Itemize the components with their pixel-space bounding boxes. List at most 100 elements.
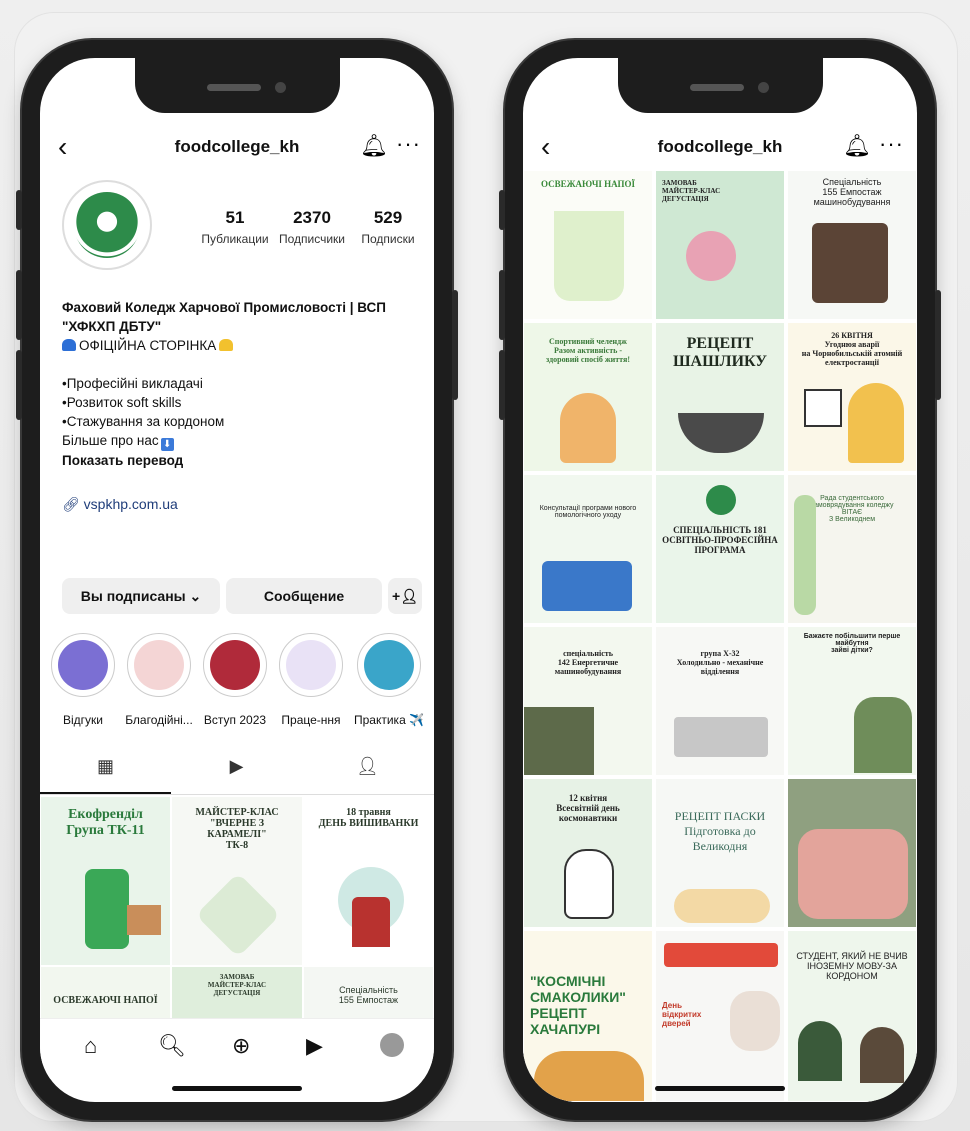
- more-options-icon[interactable]: ···: [396, 131, 421, 157]
- volume-up-button: [499, 270, 505, 340]
- red-banner: [664, 943, 778, 967]
- power-button: [935, 290, 941, 400]
- post-tile[interactable]: РЕЦЕПТ ПАСКИ Підготовка до Великодня: [655, 778, 785, 928]
- translate-link[interactable]: Показать перевод: [62, 451, 422, 470]
- bell-icon[interactable]: 🔔︎: [843, 133, 871, 159]
- post-tile[interactable]: Бажаєте побільшити перше майбутня зайві …: [787, 626, 917, 776]
- volume-up-button: [16, 270, 22, 340]
- add-person-icon: +👤︎: [392, 588, 418, 604]
- profile-avatar-icon[interactable]: [380, 1033, 404, 1057]
- post-tile[interactable]: [787, 778, 917, 928]
- highlight-cover: [286, 640, 336, 690]
- post-tile[interactable]: спеціальність 142 Енергетичне машинобуду…: [523, 626, 653, 776]
- message-button[interactable]: Сообщение: [226, 578, 382, 614]
- highlight-employment[interactable]: Праце-ння: [276, 633, 346, 727]
- radiation-sign-icon: [804, 389, 842, 427]
- highlight-cover: [58, 640, 108, 690]
- home-indicator: [172, 1086, 302, 1091]
- blue-heart-icon: [62, 339, 76, 351]
- add-person-button[interactable]: +👤︎: [388, 578, 422, 614]
- college-logo-icon: [74, 192, 140, 258]
- stat-followers[interactable]: 2370 Подписчики: [272, 208, 352, 246]
- college-logo-icon: [706, 485, 736, 515]
- box-icon: [127, 905, 161, 935]
- highlight-cover: [364, 640, 414, 690]
- bell-icon[interactable]: 🔔︎: [360, 133, 388, 159]
- chevron-down-icon: ⌄: [189, 588, 202, 604]
- down-arrow-icon: ⬇: [160, 438, 174, 451]
- post-tile[interactable]: ЗАМОВАБ МАЙСТЕР-КЛАС ДЕГУСТАЦІЯ: [171, 966, 303, 1022]
- child-with-trophy-icon: [560, 393, 616, 463]
- student-laptop-icon: [542, 561, 632, 611]
- bio-official: ОФІЦІЙНА СТОРІНКА: [62, 336, 422, 355]
- post-tile[interactable]: Спеціальність 155 Емпостаж: [303, 966, 434, 1022]
- student-portrait-icon: [524, 707, 594, 775]
- stat-posts[interactable]: 51 Публикации: [200, 208, 270, 246]
- profile-bio: Фаховий Коледж Харчової Промисловості | …: [62, 298, 422, 470]
- subscribed-button[interactable]: Вы подписаны ⌄: [62, 578, 220, 614]
- power-button: [452, 290, 458, 400]
- post-tile[interactable]: День відкритих дверей: [655, 930, 785, 1102]
- bio-name: Фаховий Коледж Харчової Промисловості | …: [62, 300, 386, 334]
- post-tile[interactable]: Консультації програми нового помологічно…: [523, 474, 653, 624]
- post-tile[interactable]: СТУДЕНТ, ЯКИЙ НЕ ВЧИВ ІНОЗЕМНУ МОВУ-ЗА К…: [787, 930, 917, 1102]
- dessert-icon: [686, 231, 736, 281]
- grid-tab[interactable]: ▦: [40, 756, 171, 794]
- post-tile[interactable]: Спортивний челендж Разом активність - зд…: [523, 322, 653, 472]
- feed-header: ‹ foodcollege_kh 🔔︎ ···: [523, 131, 917, 163]
- more-options-icon[interactable]: ···: [879, 131, 904, 157]
- khachapuri-icon: [534, 1051, 644, 1101]
- grid-icon: ▦: [96, 756, 114, 776]
- family-icon: [854, 697, 912, 773]
- highlight-cover: [134, 640, 184, 690]
- tagged-tab[interactable]: 👤︎: [302, 756, 433, 777]
- reels-tab[interactable]: ▶︎: [171, 756, 302, 777]
- post-tile[interactable]: Спеціальність 155 Емпостаж машинобудуван…: [787, 170, 917, 320]
- post-tile[interactable]: ЗАМОВАБ МАЙСТЕР-КЛАС ДЕГУСТАЦІЯ: [655, 170, 785, 320]
- home-icon[interactable]: ⌂: [84, 1033, 97, 1059]
- post-tile[interactable]: 18 травня ДЕНЬ ВИШИВАНКИ: [303, 796, 434, 966]
- stat-following[interactable]: 529 Подписки: [352, 208, 424, 246]
- post-tile[interactable]: ОСВЕЖАЮЧІ НАПОЇ: [523, 170, 653, 320]
- lemonade-glass-icon: [554, 211, 624, 301]
- equipment-icon: [674, 717, 768, 757]
- home-indicator: [655, 1086, 785, 1091]
- posts-grid-expanded: ОСВЕЖАЮЧІ НАПОЇ ЗАМОВАБ МАЙСТЕР-КЛАС ДЕГ…: [523, 170, 917, 1102]
- post-tile[interactable]: СПЕЦІАЛЬНІСТЬ 181 ОСВІТНЬО-ПРОФЕСІЙНА ПР…: [655, 474, 785, 624]
- post-tile[interactable]: РЕЦЕПТ ШАШЛИКУ: [655, 322, 785, 472]
- notch: [135, 58, 340, 113]
- highlight-charity[interactable]: Благодійні...: [124, 633, 194, 727]
- feed-screen: ‹ foodcollege_kh 🔔︎ ··· ОСВЕЖАЮЧІ НАПОЇ …: [523, 58, 917, 1102]
- bio-more: Більше про нас ⬇: [62, 431, 422, 451]
- bio-line: •Розвиток soft skills: [62, 395, 182, 410]
- post-tile[interactable]: "КОСМІЧНІ СМАКОЛИКИ" РЕЦЕПТ ХАЧАПУРІ: [523, 930, 653, 1102]
- reels-nav-icon[interactable]: ▶︎: [306, 1033, 323, 1059]
- story-highlights: Відгуки Благодійні... Вступ 2023 Праце-н…: [40, 633, 434, 733]
- volume-down-button: [16, 350, 22, 420]
- post-tile[interactable]: ОСВЕЖАЮЧІ НАПОЇ: [40, 966, 171, 1022]
- website-link[interactable]: 🔗︎ vspkhp.com.ua: [62, 496, 178, 513]
- search-icon[interactable]: 🔍︎: [158, 1033, 186, 1059]
- post-tile[interactable]: 12 квітня Всесвітній день космонавтики: [523, 778, 653, 928]
- hazmat-suit-icon: [848, 383, 904, 463]
- mute-switch: [499, 190, 505, 230]
- highlight-cover: [210, 640, 260, 690]
- highlight-reviews[interactable]: Відгуки: [48, 633, 118, 727]
- highlight-admission[interactable]: Вступ 2023: [200, 633, 270, 727]
- flower-bouquet-icon: [798, 829, 908, 919]
- mute-switch: [16, 190, 22, 230]
- post-tile[interactable]: Рада студентського самоврядування коледж…: [787, 474, 917, 624]
- post-tile[interactable]: Екофренділ Група ТК-11: [40, 796, 171, 966]
- add-post-icon[interactable]: ⊕: [232, 1033, 250, 1059]
- post-tile[interactable]: 26 КВІТНЯ Угоднюя аварії на Чорнобильськ…: [787, 322, 917, 472]
- student-portrait-icon: [812, 223, 888, 303]
- grill-icon: [678, 413, 764, 453]
- astronaut-icon: [564, 849, 614, 919]
- post-tile[interactable]: група Х-32 Холодильно - механічне відділ…: [655, 626, 785, 776]
- highlight-practice[interactable]: Практика ✈️: [354, 633, 424, 727]
- bottom-nav: ⌂ 🔍︎ ⊕ ▶︎: [40, 1018, 434, 1079]
- avatar[interactable]: [62, 180, 152, 270]
- post-tile[interactable]: МАЙСТЕР-КЛАС "ВЧЕРНЕ З КАРАМЕЛІ" ТК-8: [171, 796, 303, 966]
- profile-screen: ‹ foodcollege_kh 🔔︎ ··· 51 Публикации 23…: [40, 58, 434, 1102]
- profile-header: ‹ foodcollege_kh 🔔︎ ···: [40, 131, 434, 163]
